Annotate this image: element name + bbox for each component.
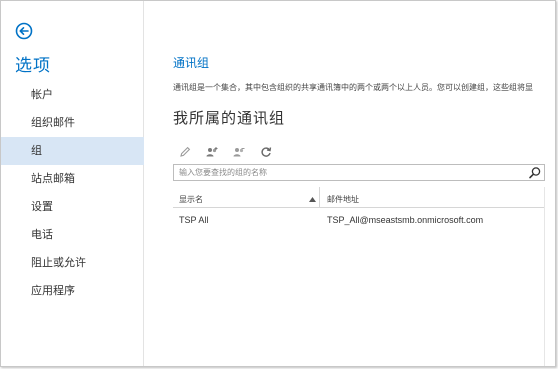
sidebar: 选项 帐户 组织邮件 组 站点邮箱 设置 电话 阻止或允许 应用程序 xyxy=(1,1,144,366)
search-button[interactable] xyxy=(528,166,542,180)
column-divider[interactable] xyxy=(319,187,320,208)
section-description: 通讯组是一个集合，其中包含组织的共享通讯簿中的两个或两个以上人员。您可以创建组，… xyxy=(173,83,533,92)
groups-table: 显示名 邮件地址 TSP All TSP_All@mseastsmb.onmic… xyxy=(173,187,545,230)
leave-group-button[interactable] xyxy=(231,144,247,160)
options-nav: 帐户 组织邮件 组 站点邮箱 设置 电话 阻止或允许 应用程序 xyxy=(1,81,144,305)
sidebar-item-organization-email[interactable]: 组织邮件 xyxy=(1,109,144,137)
edit-button[interactable] xyxy=(177,144,193,160)
sidebar-item-site-mailboxes[interactable]: 站点邮箱 xyxy=(1,165,144,193)
join-group-button[interactable] xyxy=(204,144,220,160)
group-search-box xyxy=(173,164,545,181)
options-window: 选项 帐户 组织邮件 组 站点邮箱 设置 电话 阻止或允许 应用程序 通讯组 通… xyxy=(0,0,556,367)
search-icon xyxy=(529,167,541,179)
group-search-input[interactable] xyxy=(174,165,524,180)
section-title: 通讯组 xyxy=(173,56,210,70)
sidebar-item-groups[interactable]: 组 xyxy=(1,137,144,165)
sidebar-item-settings[interactable]: 设置 xyxy=(1,193,144,221)
leave-group-icon xyxy=(233,148,245,157)
group-display-name: TSP All xyxy=(179,215,209,225)
edit-icon xyxy=(180,146,191,157)
sidebar-item-block-or-allow[interactable]: 阻止或允许 xyxy=(1,249,144,277)
refresh-button[interactable] xyxy=(258,144,274,160)
group-email-address: TSP_All@mseastsmb.onmicrosoft.com xyxy=(327,215,484,225)
column-header-display-name[interactable]: 显示名 xyxy=(179,194,203,205)
main-content: 通讯组 通讯组是一个集合，其中包含组织的共享通讯簿中的两个或两个以上人员。您可以… xyxy=(173,1,555,366)
back-arrow-icon xyxy=(15,22,33,40)
page-heading: 我所属的通讯组 xyxy=(173,110,286,127)
refresh-icon xyxy=(261,147,272,157)
sidebar-item-phone[interactable]: 电话 xyxy=(1,221,144,249)
column-header-email-address[interactable]: 邮件地址 xyxy=(327,194,359,205)
sidebar-item-account[interactable]: 帐户 xyxy=(1,81,144,109)
back-button[interactable] xyxy=(15,22,33,40)
sort-ascending-icon[interactable] xyxy=(309,195,316,204)
toolbar xyxy=(177,144,274,160)
sidebar-title: 选项 xyxy=(15,56,51,75)
table-header: 显示名 邮件地址 xyxy=(173,187,545,208)
join-group-icon xyxy=(206,147,218,157)
table-row[interactable]: TSP All TSP_All@mseastsmb.onmicrosoft.co… xyxy=(173,208,545,230)
sidebar-item-apps[interactable]: 应用程序 xyxy=(1,277,144,305)
content-divider xyxy=(544,187,545,366)
